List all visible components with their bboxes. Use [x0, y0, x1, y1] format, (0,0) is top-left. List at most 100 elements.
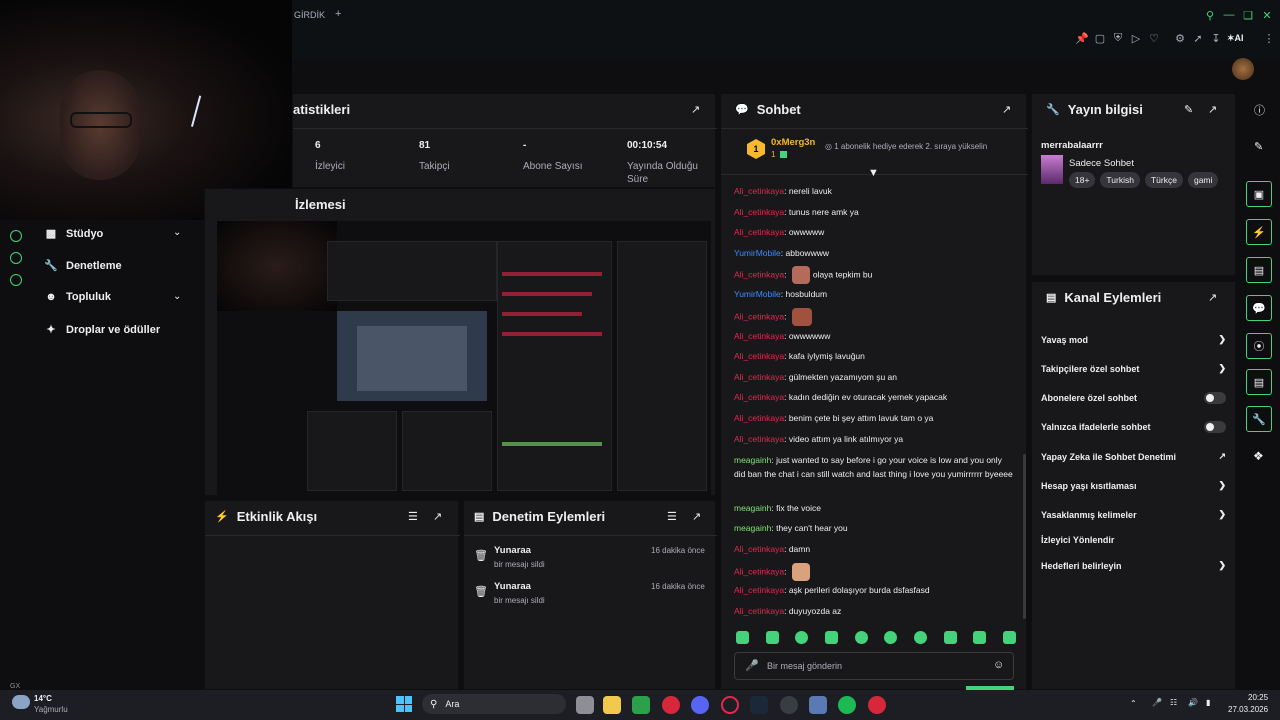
popout-icon[interactable]: ↗: [1208, 103, 1220, 116]
chat-username[interactable]: Ali_cetinkaya: [734, 351, 784, 361]
filter-icon[interactable]: ☰: [667, 510, 679, 523]
extensions-icon[interactable]: ⚙: [1173, 31, 1187, 45]
emote-button[interactable]: [913, 631, 927, 644]
weather-temp[interactable]: 14°C: [34, 694, 52, 703]
ai-moderation-row[interactable]: Yapay Zeka ile Sohbet Denetimi ↗: [1041, 451, 1226, 462]
chat-message[interactable]: Ali_cetinkaya: benim çete bi şey attım l…: [734, 411, 1014, 425]
weather-desc[interactable]: Yağmurlu: [34, 705, 68, 714]
emote-button[interactable]: [943, 631, 957, 644]
stream-category[interactable]: Sadece Sohbet: [1069, 158, 1134, 169]
popout-icon[interactable]: ↗: [691, 103, 703, 116]
chat-username[interactable]: Ali_cetinkaya: [734, 544, 784, 554]
popout-icon[interactable]: ↗: [1208, 291, 1220, 304]
chat-message[interactable]: Ali_cetinkaya: nereli lavuk: [734, 184, 1014, 198]
microphone-tray-icon[interactable]: 🎤: [1152, 698, 1162, 707]
rail-button-chat[interactable]: 💬: [1246, 295, 1272, 321]
search-icon[interactable]: ⚲: [1203, 8, 1217, 22]
chat-message[interactable]: Ali_cetinkaya: olaya tepkim bu: [734, 266, 1014, 284]
discord-icon[interactable]: [691, 696, 709, 714]
goals-row[interactable]: Hedefleri belirleyin ❯: [1041, 560, 1226, 571]
nav-community[interactable]: ☻ Topluluk: [44, 291, 111, 303]
emote-only-toggle[interactable]: [1204, 421, 1226, 433]
pin-icon[interactable]: 📌: [1075, 31, 1089, 45]
pencil-icon[interactable]: ✎: [1254, 140, 1263, 153]
chat-message[interactable]: meagainh: fix the voice: [734, 501, 1014, 515]
emote-button[interactable]: [736, 631, 749, 644]
mod-action-item[interactable]: 🗑 Yunaraa bir mesajı sildi 16 dakika önc…: [474, 545, 714, 575]
mod-action-user[interactable]: Yunaraa: [494, 581, 531, 592]
download-icon[interactable]: ↧: [1209, 31, 1223, 45]
play-icon[interactable]: ▷: [1129, 31, 1143, 45]
emote-button[interactable]: [765, 631, 779, 644]
stream-video[interactable]: [217, 221, 711, 495]
mod-action-item[interactable]: 🗑 Yunaraa bir mesajı sildi 16 dakika önc…: [474, 581, 714, 611]
recorder-icon[interactable]: [868, 696, 886, 714]
chat-message[interactable]: Ali_cetinkaya: kadın dediğin ev oturacak…: [734, 390, 1014, 404]
close-icon[interactable]: ✕: [1260, 8, 1274, 22]
nav-drops[interactable]: ✦ Droplar ve ödüller: [44, 323, 160, 337]
network-icon[interactable]: ☷: [1170, 698, 1177, 707]
chat-message[interactable]: Ali_cetinkaya: duyuyozda az: [734, 604, 1014, 618]
slow-mode-row[interactable]: Yavaş mod ❯: [1041, 334, 1226, 345]
clock-icon[interactable]: [10, 230, 22, 242]
rail-button-bolt[interactable]: ⚡: [1246, 219, 1272, 245]
rail-button-mod-log[interactable]: ▤: [1246, 257, 1272, 283]
rail-button-channel[interactable]: ▤: [1246, 369, 1272, 395]
taskbar-search[interactable]: ⚲ Ara: [422, 694, 566, 714]
task-view-icon[interactable]: [576, 696, 594, 714]
raid-row[interactable]: İzleyici Yönlendir: [1041, 535, 1226, 545]
ai-button[interactable]: ✶AI: [1227, 33, 1244, 44]
shield-icon[interactable]: ⛨: [1111, 31, 1125, 45]
collapse-icon[interactable]: ▼: [868, 167, 879, 179]
chat-username[interactable]: Ali_cetinkaya: [734, 566, 784, 576]
opera-gx-icon[interactable]: [721, 696, 739, 714]
emote-button[interactable]: [973, 631, 987, 644]
chat-message[interactable]: Ali_cetinkaya: gülmekten yazamıyom şu an: [734, 370, 1014, 384]
emoji-icon[interactable]: ☺: [993, 659, 1004, 671]
settings-icon[interactable]: [10, 274, 22, 286]
emote-button[interactable]: [795, 631, 809, 644]
chat-message[interactable]: Ali_cetinkaya:: [734, 308, 1014, 326]
emote-button[interactable]: [884, 631, 898, 644]
chat-username[interactable]: meagainh: [734, 523, 771, 533]
chat-username[interactable]: Ali_cetinkaya: [734, 207, 784, 217]
steam-icon[interactable]: [750, 696, 768, 714]
chat-message[interactable]: Ali_cetinkaya: owwwww: [734, 225, 1014, 239]
emote-button[interactable]: [854, 631, 868, 644]
media-app-icon[interactable]: [662, 696, 680, 714]
chat-message[interactable]: Ali_cetinkaya: video attım ya link atılm…: [734, 432, 1014, 446]
taskbar-date[interactable]: 27.03.2026: [1228, 705, 1268, 714]
chat-username[interactable]: YumirMobile: [734, 248, 781, 258]
subscribers-only-row[interactable]: Abonelere özel sohbet: [1041, 392, 1226, 404]
stream-tag[interactable]: Türkçe: [1144, 172, 1183, 188]
avatar[interactable]: [1232, 58, 1254, 80]
chat-message[interactable]: Ali_cetinkaya: tunus nere amk ya: [734, 205, 1014, 219]
windows-start-icon[interactable]: [396, 696, 412, 712]
rail-button-broadcast[interactable]: ⦿: [1246, 333, 1272, 359]
volume-icon[interactable]: 🔊: [1188, 698, 1198, 707]
chevron-down-icon[interactable]: ⌄: [173, 227, 181, 238]
emote-button[interactable]: [824, 631, 838, 644]
chat-username[interactable]: Ali_cetinkaya: [734, 269, 784, 279]
file-explorer-icon[interactable]: [603, 696, 621, 714]
github-icon[interactable]: [780, 696, 798, 714]
screenshot-icon[interactable]: ▢: [1093, 31, 1107, 45]
minecraft-icon[interactable]: [632, 696, 650, 714]
chevron-up-icon[interactable]: ⌃: [1130, 699, 1137, 708]
chat-username[interactable]: YumirMobile: [734, 289, 781, 299]
chat-message[interactable]: meagainh: they can't hear you: [734, 521, 1014, 535]
add-widget-icon[interactable]: ❖: [1253, 449, 1264, 463]
chat-username[interactable]: Ali_cetinkaya: [734, 372, 784, 382]
minimize-icon[interactable]: —: [1222, 8, 1236, 22]
browser-tab[interactable]: GİRDİK: [294, 10, 325, 20]
category-thumbnail[interactable]: [1041, 155, 1063, 184]
chat-username[interactable]: Ali_cetinkaya: [734, 434, 784, 444]
chat-message[interactable]: Ali_cetinkaya: kafa iylymiş lavuğun: [734, 349, 1014, 363]
chat-username[interactable]: Ali_cetinkaya: [734, 311, 784, 321]
popout-icon[interactable]: ↗: [433, 510, 445, 523]
chat-message[interactable]: Ali_cetinkaya: aşk perileri dolaşıyor bu…: [734, 583, 1014, 597]
info-icon[interactable]: ⓘ: [1254, 102, 1265, 118]
chat-username[interactable]: Ali_cetinkaya: [734, 331, 784, 341]
share-icon[interactable]: ➚: [1191, 31, 1205, 45]
chat-scrollbar[interactable]: [1023, 454, 1026, 619]
